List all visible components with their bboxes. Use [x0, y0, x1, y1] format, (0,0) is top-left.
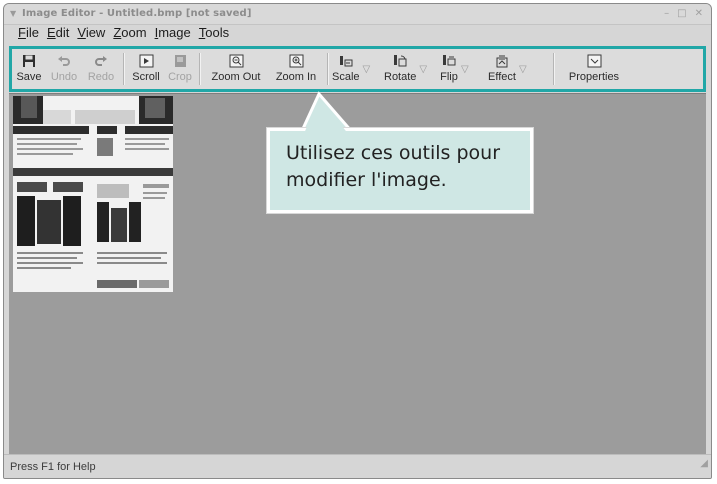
window-title: Image Editor - Untitled.bmp [not saved] — [22, 8, 252, 19]
scale-icon — [337, 52, 355, 70]
flip-dropdown-arrow-icon[interactable]: ▽ — [461, 64, 469, 75]
resize-grip-icon[interactable]: ◢ — [700, 452, 708, 476]
rotate-button[interactable]: Rotate ▽ — [384, 49, 440, 89]
menu-zoom[interactable]: Zoom — [109, 24, 150, 42]
title-bar[interactable]: ▼ Image Editor - Untitled.bmp [not saved… — [4, 4, 711, 25]
rotate-icon — [391, 52, 409, 70]
menu-file[interactable]: File — [14, 24, 43, 42]
floppy-disk-icon — [20, 52, 38, 70]
flip-button[interactable]: Flip ▽ — [440, 49, 488, 89]
toolbar: Save Undo Redo Scroll Crop Zoom Out Zoom… — [9, 46, 706, 92]
crop-button[interactable]: Crop — [164, 49, 196, 89]
scale-button[interactable]: Scale ▽ — [332, 49, 384, 89]
zoom-out-button[interactable]: Zoom Out — [204, 49, 268, 89]
scale-dropdown-arrow-icon[interactable]: ▽ — [363, 64, 371, 75]
tooltip-callout: Utilisez ces outils pour modifier l'imag… — [267, 128, 533, 213]
effect-button[interactable]: Effect ▽ — [488, 49, 550, 89]
scroll-button[interactable]: Scroll — [128, 49, 164, 89]
menu-image[interactable]: Image — [151, 24, 195, 42]
properties-icon — [585, 52, 603, 70]
status-text: Press F1 for Help — [10, 461, 96, 473]
status-bar: Press F1 for Help ◢ — [4, 454, 711, 478]
save-button[interactable]: Save — [12, 49, 46, 89]
toolbar-separator — [327, 53, 329, 85]
brochure-image — [13, 96, 173, 292]
rotate-dropdown-arrow-icon[interactable]: ▽ — [419, 64, 427, 75]
callout-line-2: modifier l'image. — [286, 169, 447, 191]
zoom-in-icon — [287, 52, 305, 70]
image-thumbnail — [13, 96, 173, 292]
maximize-icon[interactable]: □ — [677, 4, 686, 24]
callout-line-1: Utilisez ces outils pour — [286, 142, 501, 164]
scroll-hand-icon — [137, 52, 155, 70]
toolbar-separator — [553, 53, 555, 85]
toolbar-separator — [199, 53, 201, 85]
minimize-icon[interactable]: – — [664, 4, 669, 24]
image-editor-window: ▼ Image Editor - Untitled.bmp [not saved… — [3, 3, 712, 479]
menu-view[interactable]: View — [73, 24, 109, 42]
redo-icon — [92, 52, 110, 70]
effect-dropdown-arrow-icon[interactable]: ▽ — [519, 64, 527, 75]
close-icon[interactable]: ✕ — [695, 4, 703, 24]
menu-edit[interactable]: Edit — [43, 24, 73, 42]
redo-button[interactable]: Redo — [82, 49, 120, 89]
flip-icon — [440, 52, 458, 70]
zoom-in-button[interactable]: Zoom In — [268, 49, 324, 89]
properties-button[interactable]: Properties — [558, 49, 630, 89]
zoom-out-icon — [227, 52, 245, 70]
crop-icon — [171, 52, 189, 70]
menu-tools[interactable]: Tools — [195, 24, 233, 42]
undo-button[interactable]: Undo — [46, 49, 82, 89]
window-menu-icon[interactable]: ▼ — [10, 4, 16, 24]
menu-bar: File Edit View Zoom Image Tools — [4, 24, 711, 42]
undo-icon — [55, 52, 73, 70]
window-controls: – □ ✕ — [664, 4, 703, 24]
effect-icon — [493, 52, 511, 70]
toolbar-separator — [123, 53, 125, 85]
